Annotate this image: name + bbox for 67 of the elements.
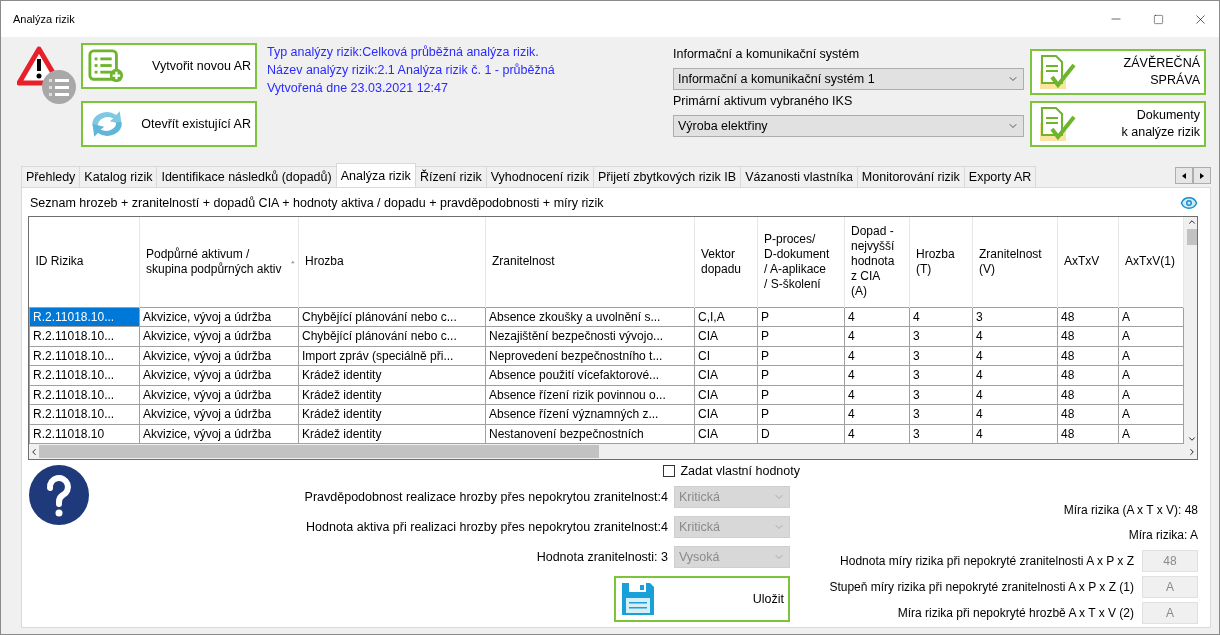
dropdown[interactable]: Výroba elektřiny <box>673 115 1024 137</box>
create-button[interactable]: Vytvořit novou AR <box>81 43 257 89</box>
field-label: Hodnota aktiva při realizaci hrozby přes nepokrytou zranitelnost:4 <box>306 520 668 534</box>
table-cell: 4 <box>909 307 973 327</box>
readonly-field: A <box>1142 602 1198 624</box>
warning-list-icon <box>17 43 79 105</box>
left-triangle-icon <box>1181 172 1187 179</box>
table-cell: Absence zkoušky a uvolnění s... <box>485 307 695 327</box>
tab[interactable]: Přehledy <box>21 166 81 187</box>
tab[interactable]: Katalog rizik <box>79 166 158 187</box>
scroll-thumb[interactable] <box>39 445 599 458</box>
window-title: Analýza rizik <box>13 13 76 25</box>
tab[interactable]: Přijetí zbytkových rizik IB <box>592 166 742 187</box>
table-cell: R.2.11018.10... <box>29 385 140 405</box>
table-cell: 4 <box>844 307 910 327</box>
open-button[interactable]: Otevřít existující AR <box>81 101 257 147</box>
chevron-up-icon <box>1187 217 1197 227</box>
table-cell: A <box>1118 307 1184 327</box>
table-cell: Chybějící plánování nebo c... <box>298 307 486 327</box>
custom-values-checkbox[interactable]: Zadat vlastní hodnoty <box>663 464 800 478</box>
readonly-field: 48 <box>1142 550 1198 572</box>
analysis-info-line: Název analýzy rizik:2.1 Analýza rizik č. 1 - průběžná <box>267 62 556 79</box>
field-label: Hodnota míry rizika při nepokryté zranitelnosti A x P x Z <box>840 554 1134 568</box>
eye-icon[interactable] <box>1180 194 1198 212</box>
analysis-info-line: Vytvořená dne 23.03.2021 12:47 <box>267 80 449 97</box>
scroll-left-button[interactable] <box>1175 167 1193 184</box>
maximize-icon <box>1152 13 1164 25</box>
horizontal-scrollbar[interactable] <box>29 444 1197 459</box>
table-cell: 48 <box>1057 307 1119 327</box>
report-button[interactable]: ZÁVĚREČNÁ SPRÁVA <box>1030 49 1206 95</box>
chevron-left-icon <box>29 446 39 457</box>
scroll-right-button[interactable] <box>1193 167 1211 184</box>
field-label: Informační a komunikační systém <box>673 47 861 63</box>
field-label: Stupeň míry rizika při nepokryté zranitelnosti A x P x Z (1) <box>829 580 1134 594</box>
field-label: Hodnota zranitelnosti: 3 <box>536 550 668 564</box>
tab[interactable]: Vyhodnocení rizik <box>485 166 594 187</box>
vertical-scrollbar[interactable] <box>1184 217 1197 444</box>
table-cell: R.2.11018.10... <box>29 307 140 327</box>
table-cell: R.2.11018.10... <box>29 365 140 385</box>
readonly-field: A <box>1142 576 1198 598</box>
tab[interactable]: Exporty AR <box>963 166 1037 187</box>
scroll-thumb[interactable] <box>1187 229 1197 245</box>
table-cell: 3 <box>972 307 1058 327</box>
table-cell: R.2.11018.10... <box>29 346 140 366</box>
risk-result: Míra rizika: A <box>1128 527 1198 544</box>
field-label: Pravděpodobnost realizace hrozby přes nepokrytou zranitelnost:4 <box>304 490 668 504</box>
tab[interactable]: Identifikace následků (dopadů) <box>156 166 337 187</box>
chevron-right-icon <box>1187 446 1197 457</box>
table-cell: Akvizice, vývoj a údržba <box>139 307 299 327</box>
tab[interactable]: Analýza rizik <box>335 163 416 187</box>
field-label: Primární aktivum vybraného IKS <box>673 94 854 110</box>
risk-result: Míra rizika (A x T x V): 48 <box>1063 502 1198 519</box>
field-label: Míra rizika při nepokryté hrozbě A x T x V (2) <box>897 606 1134 620</box>
chevron-down-icon <box>1187 434 1197 444</box>
table-caption: Seznam hrozeb + zranitelností + dopadů CIA + hodnoty aktiva / dopadu + pravděpodobnosti + míry rizik <box>30 196 604 210</box>
dropdown[interactable]: Informační a komunikační systém 1 <box>673 68 1024 90</box>
table-cell: R.2.11018.10... <box>29 404 140 424</box>
list-plus-icon <box>87 48 125 84</box>
analysis-info-line: Typ analýzy rizik:Celková průběžná analýza rizik. <box>267 44 540 61</box>
table-cell: C,I,A <box>694 307 758 327</box>
table-cell: R.2.11018.10 <box>29 424 140 444</box>
save-button[interactable]: Uložit <box>614 576 790 622</box>
report-button[interactable]: Dokumenty k analýze rizik <box>1030 101 1206 147</box>
right-triangle-icon <box>1199 172 1205 179</box>
help-icon[interactable] <box>28 464 90 526</box>
table-cell: P <box>757 307 845 327</box>
table-cell: R.2.11018.10... <box>29 326 140 346</box>
